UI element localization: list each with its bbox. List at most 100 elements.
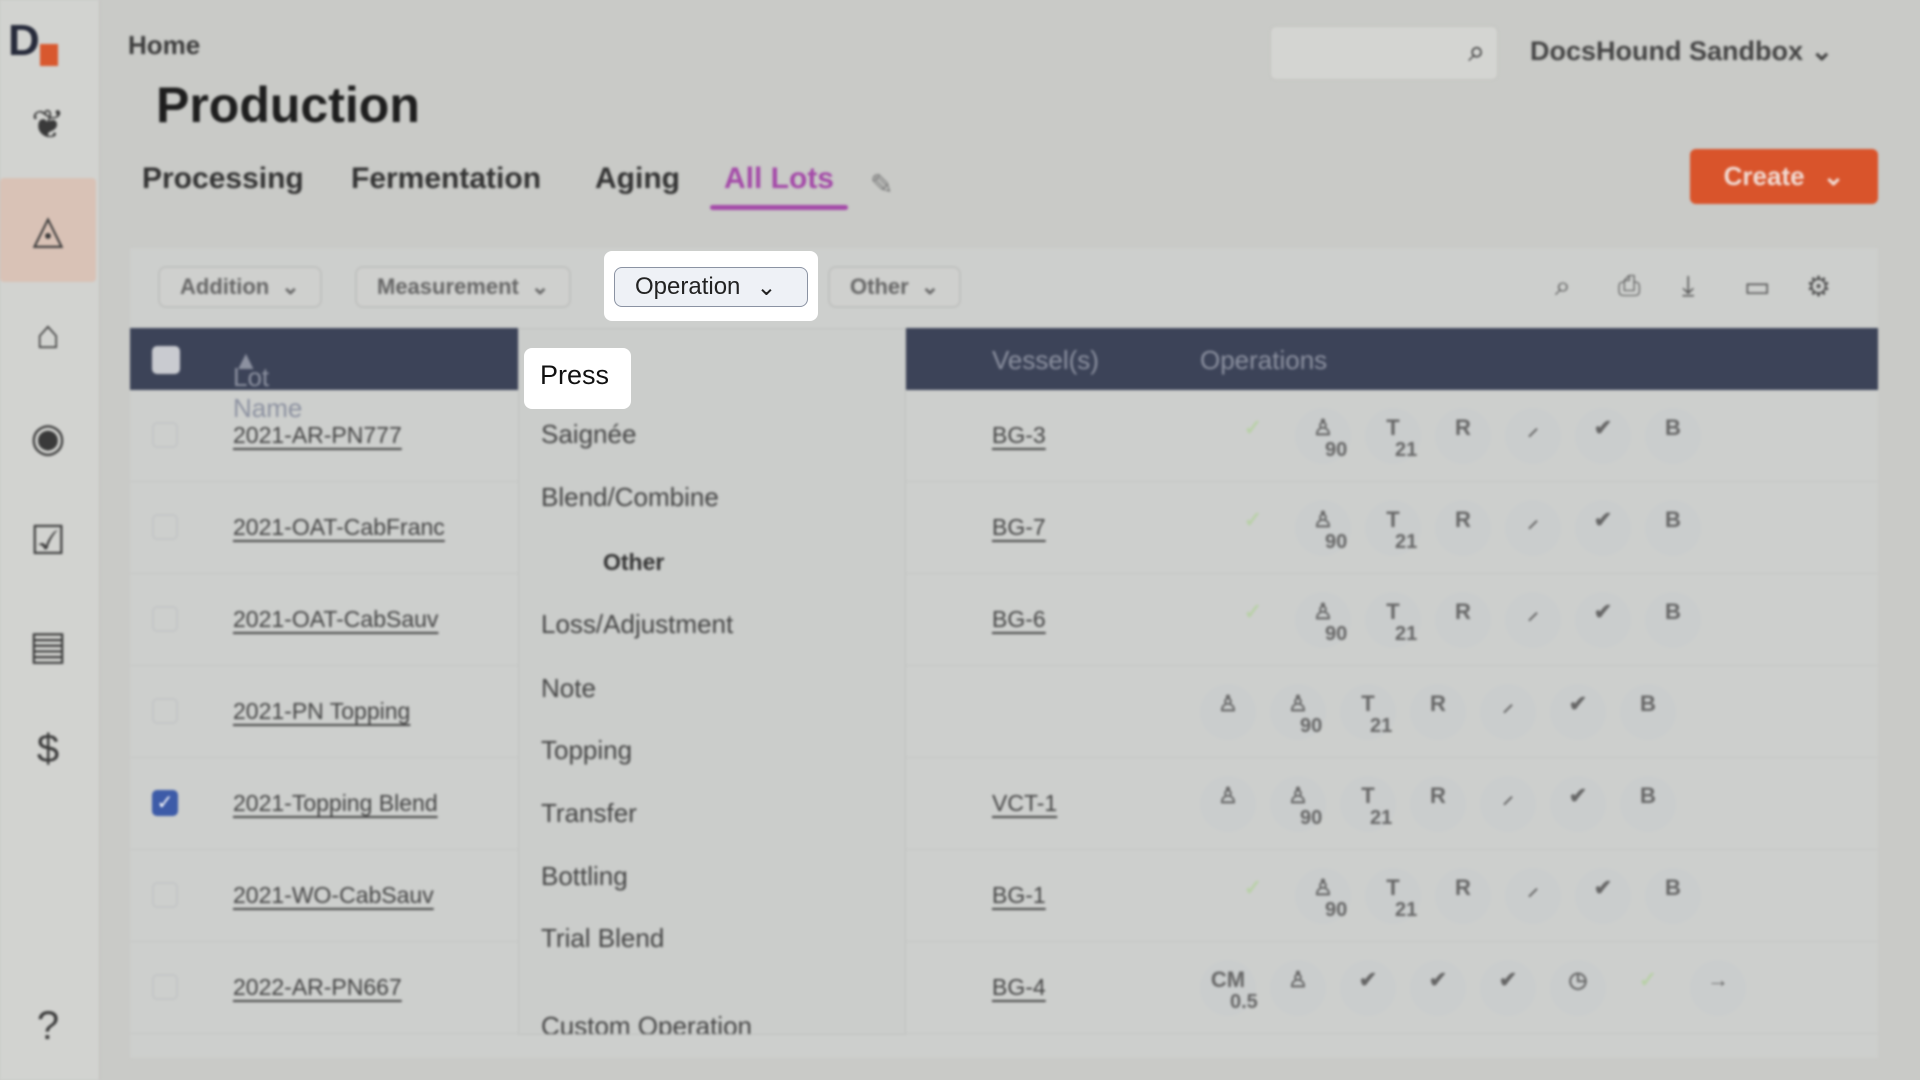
operation-icon[interactable]: ♙ [1200,684,1256,740]
operation-icon[interactable]: ♙ 90 [1295,868,1351,924]
row-checkbox[interactable] [152,974,178,1000]
operation-icon[interactable]: ✔ [1575,500,1631,556]
tab-all-lots[interactable]: All Lots [724,162,834,196]
row-checkbox[interactable] [152,422,178,448]
operation-icon[interactable]: ♙ 90 [1270,684,1326,740]
operation-icon[interactable]: ✓ [1225,868,1281,924]
operation-icon[interactable]: ♙ [1270,960,1326,1016]
lot-name-link[interactable]: 2021-PN Topping [233,698,410,725]
breadcrumb-home[interactable]: Home [128,30,200,61]
operation-icon[interactable]: ♙ 90 [1295,408,1351,464]
lot-name-link[interactable]: 2021-OAT-CabFranc [233,514,445,541]
operation-icon[interactable]: ♙ 90 [1295,592,1351,648]
vessel-link[interactable]: BG-4 [992,974,1046,1001]
leaf-icon[interactable]: ❦ [0,73,96,177]
operation-icon[interactable]: ♙ 90 [1270,776,1326,832]
operation-icon[interactable]: ⸝ [1505,408,1561,464]
operation-icon[interactable]: ⸝ [1480,684,1536,740]
operation-icon[interactable]: B [1645,868,1701,924]
operation-icon[interactable]: ⸝ [1505,500,1561,556]
row-checkbox[interactable]: ✓ [152,790,178,816]
org-switcher[interactable]: DocsHound Sandbox ⌄ [1530,36,1833,67]
vessel-link[interactable]: BG-7 [992,514,1046,541]
menu-item[interactable]: Blend/Combine [541,482,719,513]
operation-icon[interactable]: ✓ [1225,408,1281,464]
help-icon[interactable]: ? [0,974,96,1078]
operation-icon[interactable]: ⸝ [1505,868,1561,924]
operation-icon[interactable]: R [1410,776,1466,832]
operation-icon[interactable]: T 21 [1365,500,1421,556]
archive-icon[interactable]: ▭ [1744,270,1770,303]
operation-icon[interactable]: B [1645,500,1701,556]
operation-icon[interactable]: ✓ [1620,960,1676,1016]
filter-operation[interactable]: Operation ⌄ [614,267,808,307]
operation-icon[interactable]: ◷ [1550,960,1606,1016]
tab-fermentation[interactable]: Fermentation [351,162,541,196]
operation-icon[interactable]: ✔ [1575,408,1631,464]
row-checkbox[interactable] [152,698,178,724]
operation-icon[interactable]: ✔ [1480,960,1536,1016]
menu-item[interactable]: Bottling [541,861,628,892]
operation-icon[interactable]: T 21 [1365,868,1421,924]
logo[interactable]: D [8,16,92,66]
filter-addition[interactable]: Addition ⌄ [158,266,322,308]
operation-icon[interactable]: ♙ 90 [1295,500,1351,556]
lot-name-link[interactable]: 2022-AR-PN667 [233,974,402,1001]
select-all-checkbox[interactable] [152,346,180,374]
operation-icon[interactable]: ✓ [1225,592,1281,648]
clipboard-check-icon[interactable]: ☑ [0,489,96,593]
menu-item[interactable]: Loss/Adjustment [541,609,733,640]
search-icon[interactable]: ⌕ [1555,270,1571,303]
operation-icon[interactable]: B [1645,408,1701,464]
operation-icon[interactable]: ✔ [1575,592,1631,648]
menu-item-press[interactable]: Press [524,348,631,409]
menu-item[interactable]: Trial Blend [541,923,664,954]
operation-icon[interactable]: ⸝ [1505,592,1561,648]
tab-aging[interactable]: Aging [595,162,680,196]
search-input[interactable]: ⌕ [1270,26,1498,80]
row-checkbox[interactable] [152,606,178,632]
operation-icon[interactable]: ♙ [1200,776,1256,832]
menu-item[interactable]: Topping [541,735,632,766]
operation-icon[interactable]: B [1620,684,1676,740]
operation-icon[interactable]: R [1435,408,1491,464]
lot-name-link[interactable]: 2021-OAT-CabSauv [233,606,438,633]
operation-icon[interactable]: ✔ [1410,960,1466,1016]
operation-icon[interactable]: T 21 [1365,408,1421,464]
operation-icon[interactable]: ✔ [1550,684,1606,740]
column-lot-name[interactable]: Lot Name ▲ [233,345,302,423]
operation-icon[interactable]: ✔ [1550,776,1606,832]
operation-icon[interactable]: → [1690,960,1746,1016]
operation-icon[interactable]: R [1435,868,1491,924]
vessel-link[interactable]: BG-6 [992,606,1046,633]
menu-item[interactable]: Transfer [541,798,637,829]
vessel-link[interactable]: BG-3 [992,422,1046,449]
operation-icon[interactable]: B [1645,592,1701,648]
operation-icon[interactable]: R [1435,592,1491,648]
operation-icon[interactable]: T 21 [1340,776,1396,832]
operation-icon[interactable]: B [1620,776,1676,832]
menu-item[interactable]: Custom Operation [541,1011,752,1034]
row-checkbox[interactable] [152,514,178,540]
filter-other[interactable]: Other ⌄ [828,266,962,308]
menu-item[interactable]: Note [541,673,596,704]
lot-name-link[interactable]: 2021-AR-PN777 [233,422,402,449]
create-button[interactable]: Create ⌄ [1690,149,1878,204]
drop-icon[interactable]: ◬ [0,178,96,282]
operation-icon[interactable]: ✔ [1340,960,1396,1016]
dollar-search-icon[interactable]: $ [0,697,96,801]
operation-icon[interactable]: ⸝ [1480,776,1536,832]
operation-icon[interactable]: R [1410,684,1466,740]
tab-processing[interactable]: Processing [142,162,304,196]
menu-item[interactable]: Saignée [541,419,636,450]
certificate-icon[interactable]: ▤ [0,594,96,698]
operation-icon[interactable]: T 21 [1340,684,1396,740]
warehouse-icon[interactable]: ⌂ [0,283,96,387]
lot-name-link[interactable]: 2021-WO-CabSauv [233,882,434,909]
edit-tabs-pencil-icon[interactable]: ✎ [870,168,893,201]
settings-gear-icon[interactable]: ⚙ [1806,270,1831,303]
operation-icon[interactable]: T 21 [1365,592,1421,648]
filter-measurement[interactable]: Measurement ⌄ [355,266,572,308]
operation-icon[interactable]: R [1435,500,1491,556]
lot-name-link[interactable]: 2021-Topping Blend [233,790,438,817]
